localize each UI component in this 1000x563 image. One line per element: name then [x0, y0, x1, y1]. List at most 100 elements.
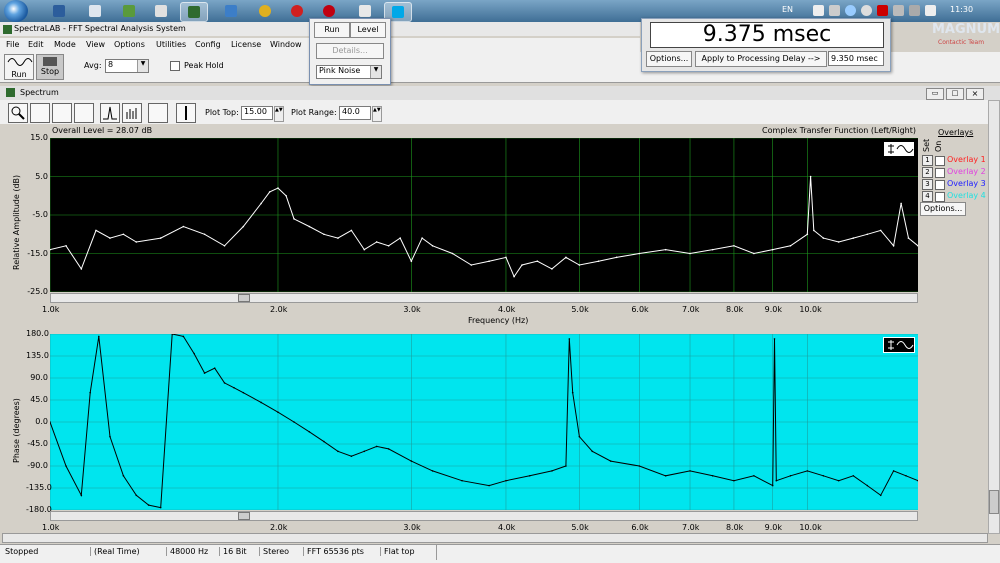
ati-icon[interactable] [877, 5, 888, 16]
phase-data-point [892, 470, 895, 472]
phase-data-point [233, 386, 235, 389]
language-indicator[interactable]: EN [782, 5, 793, 14]
amplitude-data-point [813, 229, 815, 232]
overlay-on-checkbox[interactable] [935, 192, 945, 202]
phase-mode-icon[interactable] [883, 337, 915, 353]
taskbar-app-1-icon[interactable] [48, 2, 70, 20]
phase-data-point [182, 335, 185, 338]
peak-hold-checkbox[interactable] [170, 61, 180, 71]
menu-mode[interactable]: Mode [54, 40, 76, 49]
menu-file[interactable]: File [6, 40, 19, 49]
amplitude-data-point [182, 225, 185, 228]
start-orb-icon[interactable] [4, 0, 28, 22]
phase-data-point [98, 335, 100, 338]
phase-data-point [323, 440, 325, 443]
taskbar-app-3-icon[interactable] [118, 2, 140, 20]
volume-icon[interactable] [925, 5, 936, 16]
status-rate: 48000 Hz [166, 547, 208, 556]
menu-license[interactable]: License [231, 40, 261, 49]
amplitude-data-point [375, 241, 378, 243]
amplitude-axis-title: Relative Amplitude (dB) [12, 174, 21, 270]
overlay-set-button[interactable]: 2 [922, 167, 933, 178]
amplitude-data-point [852, 237, 855, 239]
clock[interactable]: 11:30 [950, 5, 973, 14]
zoom-out-y-icon[interactable] [74, 103, 94, 123]
plot-top-field[interactable]: 15.00 [241, 106, 273, 120]
notes-icon[interactable] [148, 103, 168, 123]
zoom-in-x-icon[interactable] [30, 103, 50, 123]
processing-delay-field[interactable]: 9.350 msec [828, 51, 884, 66]
close-icon[interactable]: × [966, 88, 984, 100]
phase-x-tick-label: 8.0k [725, 523, 744, 532]
status-mode: (Real Time) [90, 547, 140, 556]
menu-edit[interactable]: Edit [28, 40, 44, 49]
amplitude-data-point [308, 225, 311, 228]
amplitude-data-point [664, 248, 667, 251]
bar-plot-icon[interactable] [122, 103, 142, 123]
us-flag-icon[interactable] [797, 5, 808, 16]
taskbar-app-6-icon[interactable] [220, 2, 242, 20]
phase-scroll-thumb[interactable] [238, 512, 250, 520]
generator-details-button[interactable]: Details... [316, 43, 384, 59]
amplitude-data-point [879, 229, 882, 232]
menu-view[interactable]: View [86, 40, 105, 49]
stop-button[interactable]: Stop [36, 54, 64, 80]
amplitude-data-point [771, 248, 774, 251]
menu-utilities[interactable]: Utilities [156, 40, 186, 49]
signal-value: Pink Noise [319, 66, 361, 75]
run-button[interactable]: Run [4, 54, 34, 80]
overlay-set-button[interactable]: 3 [922, 179, 933, 190]
overall-level: Overall Level = 28.07 dB [52, 126, 153, 135]
plot-range-field[interactable]: 40.0 [339, 106, 371, 120]
signal-select[interactable]: Pink Noise ▼ [316, 65, 382, 79]
plot-range-spinner[interactable]: ▲▼ [372, 106, 382, 122]
taskbar-spectralab-icon[interactable] [180, 2, 208, 22]
tray-icon-3[interactable] [845, 5, 856, 16]
phase-data-point [213, 367, 216, 370]
overlay-on-checkbox[interactable] [935, 180, 945, 190]
amplitude-data-point [242, 225, 245, 228]
amplitude-data-point [597, 260, 600, 262]
plot-mode-icon[interactable] [883, 141, 915, 157]
overlay-options-button[interactable]: Options... [920, 202, 966, 216]
window-h-scrollbar[interactable] [2, 533, 988, 543]
plot-top-spinner[interactable]: ▲▼ [274, 106, 284, 122]
amplitude-scroll-thumb[interactable] [238, 294, 250, 302]
tray-icon-7[interactable] [909, 5, 920, 16]
spectrum-title-bar [0, 86, 1000, 101]
phase-y-tick-label: -180.0 [26, 505, 52, 514]
taskbar-app-8-icon[interactable] [286, 2, 308, 20]
overlay-set-button[interactable]: 1 [922, 155, 933, 166]
zoom-out-x-icon[interactable] [52, 103, 72, 123]
window-v-scroll-thumb[interactable] [989, 490, 999, 514]
line-plot-icon[interactable] [100, 103, 120, 123]
zoom-icon[interactable] [8, 103, 28, 123]
taskbar-app-2-icon[interactable] [84, 2, 106, 20]
phase-data-point [551, 470, 553, 472]
avg-select[interactable]: 8 ▼ [105, 59, 149, 73]
overlay-on-checkbox[interactable] [935, 156, 945, 166]
tray-icon-6[interactable] [893, 5, 904, 16]
generator-run-button[interactable]: Run [314, 22, 350, 38]
overlay-on-checkbox[interactable] [935, 168, 945, 178]
amplitude-data-point [505, 256, 507, 259]
menu-config[interactable]: Config [195, 40, 221, 49]
generator-level-button[interactable]: Level [350, 22, 386, 38]
tray-icon-1[interactable] [813, 5, 824, 16]
overlay-label: Overlay 4 [947, 191, 986, 200]
overlay-set-button[interactable]: 4 [922, 191, 933, 202]
phase-scrollbar[interactable] [50, 511, 918, 521]
window-v-scrollbar[interactable] [988, 100, 1000, 534]
tray-icon-2[interactable] [829, 5, 840, 16]
minimize-button[interactable]: ▭ [926, 88, 944, 100]
taskbar-app-4-icon[interactable] [150, 2, 172, 20]
apply-delay-button[interactable]: Apply to Processing Delay --> [695, 51, 827, 67]
menu-window[interactable]: Window [270, 40, 302, 49]
amplitude-scrollbar[interactable] [50, 293, 918, 303]
taskbar-chrome-icon[interactable] [254, 2, 276, 20]
cursor-icon[interactable] [176, 103, 196, 123]
tray-icon-4[interactable] [861, 5, 872, 16]
maximize-button[interactable]: □ [946, 88, 964, 100]
delay-options-button[interactable]: Options... [646, 51, 692, 67]
menu-options[interactable]: Options [114, 40, 145, 49]
